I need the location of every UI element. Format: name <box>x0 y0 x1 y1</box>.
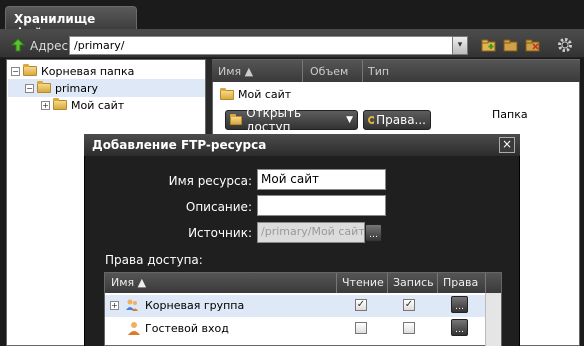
key-icon <box>368 116 375 124</box>
delete-folder-icon[interactable] <box>525 38 541 52</box>
rights-edit-button[interactable]: … <box>451 296 468 313</box>
column-divider <box>387 273 388 293</box>
description-input[interactable] <box>257 195 386 216</box>
user-group-icon <box>126 299 138 311</box>
chevron-down-icon: ▼ <box>346 115 353 125</box>
open-access-button[interactable]: Открыть доступ ▼ <box>225 106 358 134</box>
tab-file-storage[interactable]: Хранилище файлов <box>5 6 137 40</box>
browse-button[interactable]: … <box>365 224 382 242</box>
dialog-title: Добавление FTP-ресурса <box>84 134 520 156</box>
folder-icon <box>23 64 37 76</box>
grid-row-guest[interactable]: Гостевой вход … <box>105 318 485 340</box>
read-checkbox[interactable]: ✓ <box>355 299 367 311</box>
column-write[interactable]: Запись <box>393 276 434 289</box>
tree-item-my-site[interactable]: + Мой сайт <box>41 96 124 114</box>
folder-icon[interactable] <box>503 38 519 52</box>
description-label: Описание: <box>185 200 252 214</box>
column-divider <box>302 60 303 82</box>
expand-icon[interactable]: + <box>110 301 119 310</box>
column-divider <box>336 273 337 293</box>
list-row-name: Мой сайт <box>238 88 292 101</box>
file-list-header: Имя ▲ Объем Тип <box>212 60 580 82</box>
address-dropdown-button[interactable]: ▾ <box>452 36 468 55</box>
tree-item-label: primary <box>55 81 99 95</box>
rights-label: Права... <box>376 113 426 127</box>
access-rights-grid-header: Имя ▲ Чтение Запись Права <box>105 273 501 293</box>
settings-gear-icon[interactable] <box>556 36 574 54</box>
grid-row-name: Корневая группа <box>145 299 245 312</box>
resource-name-label: Имя ресурса: <box>168 174 252 188</box>
write-checkbox[interactable] <box>403 322 415 334</box>
collapse-icon[interactable]: − <box>11 66 20 76</box>
rights-button[interactable]: Права... <box>363 110 431 130</box>
collapse-icon[interactable]: − <box>25 83 34 93</box>
grid-scrollbar[interactable] <box>485 293 501 346</box>
folder-icon <box>37 81 51 93</box>
tree-item-primary[interactable]: − primary <box>8 79 205 97</box>
folder-icon <box>53 98 67 110</box>
column-name[interactable]: Имя ▲ <box>111 276 146 289</box>
column-divider <box>437 273 438 293</box>
expand-icon[interactable]: + <box>41 100 50 110</box>
resource-name-input[interactable]: Мой сайт <box>257 169 386 190</box>
column-rights[interactable]: Права <box>443 276 478 289</box>
column-name[interactable]: Имя ▲ <box>218 65 253 78</box>
tree-item-root[interactable]: − Корневая папка <box>11 62 134 80</box>
grid-row-name: Гостевой вход <box>145 322 229 335</box>
folder-icon <box>220 87 234 100</box>
user-icon <box>128 322 140 335</box>
up-arrow-icon[interactable] <box>11 38 25 52</box>
column-divider <box>362 60 363 82</box>
rights-edit-button[interactable]: … <box>451 319 468 336</box>
column-size[interactable]: Объем <box>310 65 348 78</box>
tree-item-label: Корневая папка <box>41 64 135 78</box>
address-label: Адрес: <box>30 39 73 53</box>
access-rights-label: Права доступа: <box>105 253 203 267</box>
source-label: Источник: <box>188 226 252 240</box>
new-folder-icon[interactable] <box>481 38 497 52</box>
column-divider <box>485 273 486 293</box>
column-type[interactable]: Тип <box>368 65 389 78</box>
source-input: /primary/Мой сайт/ <box>257 222 365 243</box>
address-input[interactable]: /primary/ <box>69 36 453 55</box>
tree-item-label: Мой сайт <box>71 98 125 112</box>
column-read[interactable]: Чтение <box>342 276 384 289</box>
list-row-type: Папка <box>492 108 528 121</box>
list-row-my-site[interactable]: Мой сайт <box>220 87 292 101</box>
close-icon[interactable]: × <box>499 137 515 153</box>
folder-icon <box>230 113 243 125</box>
grid-row-root-group[interactable]: + Корневая группа ✓ ✓ … <box>105 295 485 317</box>
write-checkbox[interactable]: ✓ <box>403 299 415 311</box>
read-checkbox[interactable] <box>355 322 367 334</box>
open-access-label: Открыть доступ <box>246 106 302 134</box>
